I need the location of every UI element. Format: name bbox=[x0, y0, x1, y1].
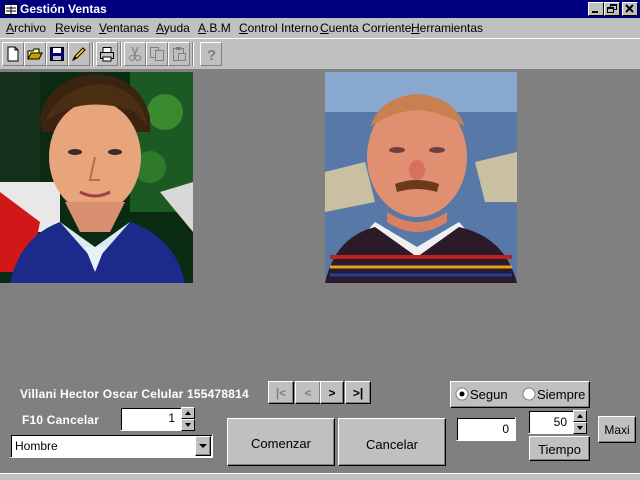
counter-spin-down[interactable] bbox=[181, 419, 195, 431]
nav-next-button[interactable]: > bbox=[320, 381, 344, 404]
menu-ventanas[interactable]: Ventanas bbox=[99, 21, 149, 35]
counter-input[interactable]: 1 bbox=[120, 407, 182, 431]
time-spin-up[interactable] bbox=[573, 410, 587, 422]
print-button[interactable] bbox=[96, 42, 118, 66]
app-icon[interactable] bbox=[4, 2, 18, 15]
new-file-icon bbox=[7, 46, 19, 62]
radio-segun[interactable] bbox=[455, 387, 469, 401]
title-bar[interactable]: Gestión Ventas bbox=[0, 0, 640, 18]
nav-first-button[interactable]: |< bbox=[268, 381, 294, 404]
edit-pencil-icon bbox=[71, 47, 86, 62]
person-info-label: Villani Hector Oscar Celular 155478814 bbox=[20, 387, 249, 401]
minimize-button[interactable] bbox=[588, 2, 604, 16]
menu-bar: Archivo Revise Ventanas Ayuda A.B.M Cont… bbox=[0, 18, 640, 38]
spin-down-icon bbox=[577, 426, 583, 430]
score-display: 0 bbox=[456, 417, 516, 441]
paste-icon bbox=[173, 47, 186, 61]
radio-unselected-icon bbox=[522, 387, 536, 401]
chevron-down-icon bbox=[199, 444, 207, 448]
menu-control-interno[interactable]: Control Interno bbox=[239, 21, 318, 35]
radio-siempre-label[interactable]: Siempre bbox=[537, 387, 585, 402]
menu-herramientas[interactable]: Herramientas bbox=[411, 21, 483, 35]
nav-prev-button[interactable]: < bbox=[295, 381, 321, 404]
help-icon: ? bbox=[207, 47, 216, 62]
time-button[interactable]: Tiempo bbox=[529, 436, 590, 461]
save-disk-icon bbox=[50, 47, 64, 61]
maxi-button[interactable]: Maxi bbox=[598, 416, 636, 443]
menu-archivo[interactable]: Archivo bbox=[6, 21, 46, 35]
nav-last-button[interactable]: >| bbox=[345, 381, 371, 404]
radio-siempre[interactable] bbox=[522, 387, 536, 401]
print-icon bbox=[100, 47, 114, 62]
cancel-button[interactable]: Cancelar bbox=[338, 418, 446, 466]
save-button[interactable] bbox=[46, 42, 68, 66]
restore-button[interactable] bbox=[604, 2, 620, 16]
menu-cuenta-corriente[interactable]: Cuenta Corriente bbox=[320, 21, 411, 35]
cancel-hint-label: F10 Cancelar bbox=[22, 413, 100, 427]
svg-text:?: ? bbox=[207, 47, 216, 62]
cut-button[interactable] bbox=[124, 42, 146, 66]
time-input[interactable]: 50 bbox=[528, 410, 574, 434]
gender-select-dropdown-button[interactable] bbox=[195, 436, 211, 456]
start-button[interactable]: Comenzar bbox=[227, 418, 335, 466]
open-button[interactable] bbox=[24, 42, 46, 66]
time-spin-down[interactable] bbox=[573, 422, 587, 434]
menu-abm[interactable]: A.B.M bbox=[198, 21, 231, 35]
window-title: Gestión Ventas bbox=[20, 2, 107, 16]
edit-button[interactable] bbox=[68, 42, 90, 66]
counter-spin-up[interactable] bbox=[181, 407, 195, 419]
spin-up-icon bbox=[185, 411, 191, 415]
spin-down-icon bbox=[185, 423, 191, 427]
radio-segun-label[interactable]: Segun bbox=[470, 387, 508, 402]
menu-ayuda[interactable]: Ayuda bbox=[156, 21, 190, 35]
spin-up-icon bbox=[577, 414, 583, 418]
portrait-photo-left bbox=[0, 72, 193, 283]
toolbar: ? bbox=[0, 38, 640, 70]
toolbar-separator bbox=[92, 42, 94, 66]
portrait-photo-right bbox=[325, 72, 517, 283]
copy-icon bbox=[150, 47, 164, 61]
toolbar-separator bbox=[192, 42, 194, 66]
menu-revise[interactable]: Revise bbox=[55, 21, 92, 35]
paste-button[interactable] bbox=[168, 42, 190, 66]
toolbar-separator bbox=[120, 42, 122, 66]
new-file-button[interactable] bbox=[2, 42, 24, 66]
radio-selected-icon bbox=[455, 387, 469, 401]
status-strip bbox=[0, 473, 640, 480]
cut-icon bbox=[129, 46, 141, 61]
close-button[interactable] bbox=[622, 2, 638, 16]
help-button[interactable]: ? bbox=[200, 42, 222, 66]
gender-select-value: Hombre bbox=[15, 439, 58, 453]
gender-select[interactable]: Hombre bbox=[10, 434, 213, 458]
open-folder-icon bbox=[27, 48, 43, 60]
copy-button[interactable] bbox=[146, 42, 168, 66]
